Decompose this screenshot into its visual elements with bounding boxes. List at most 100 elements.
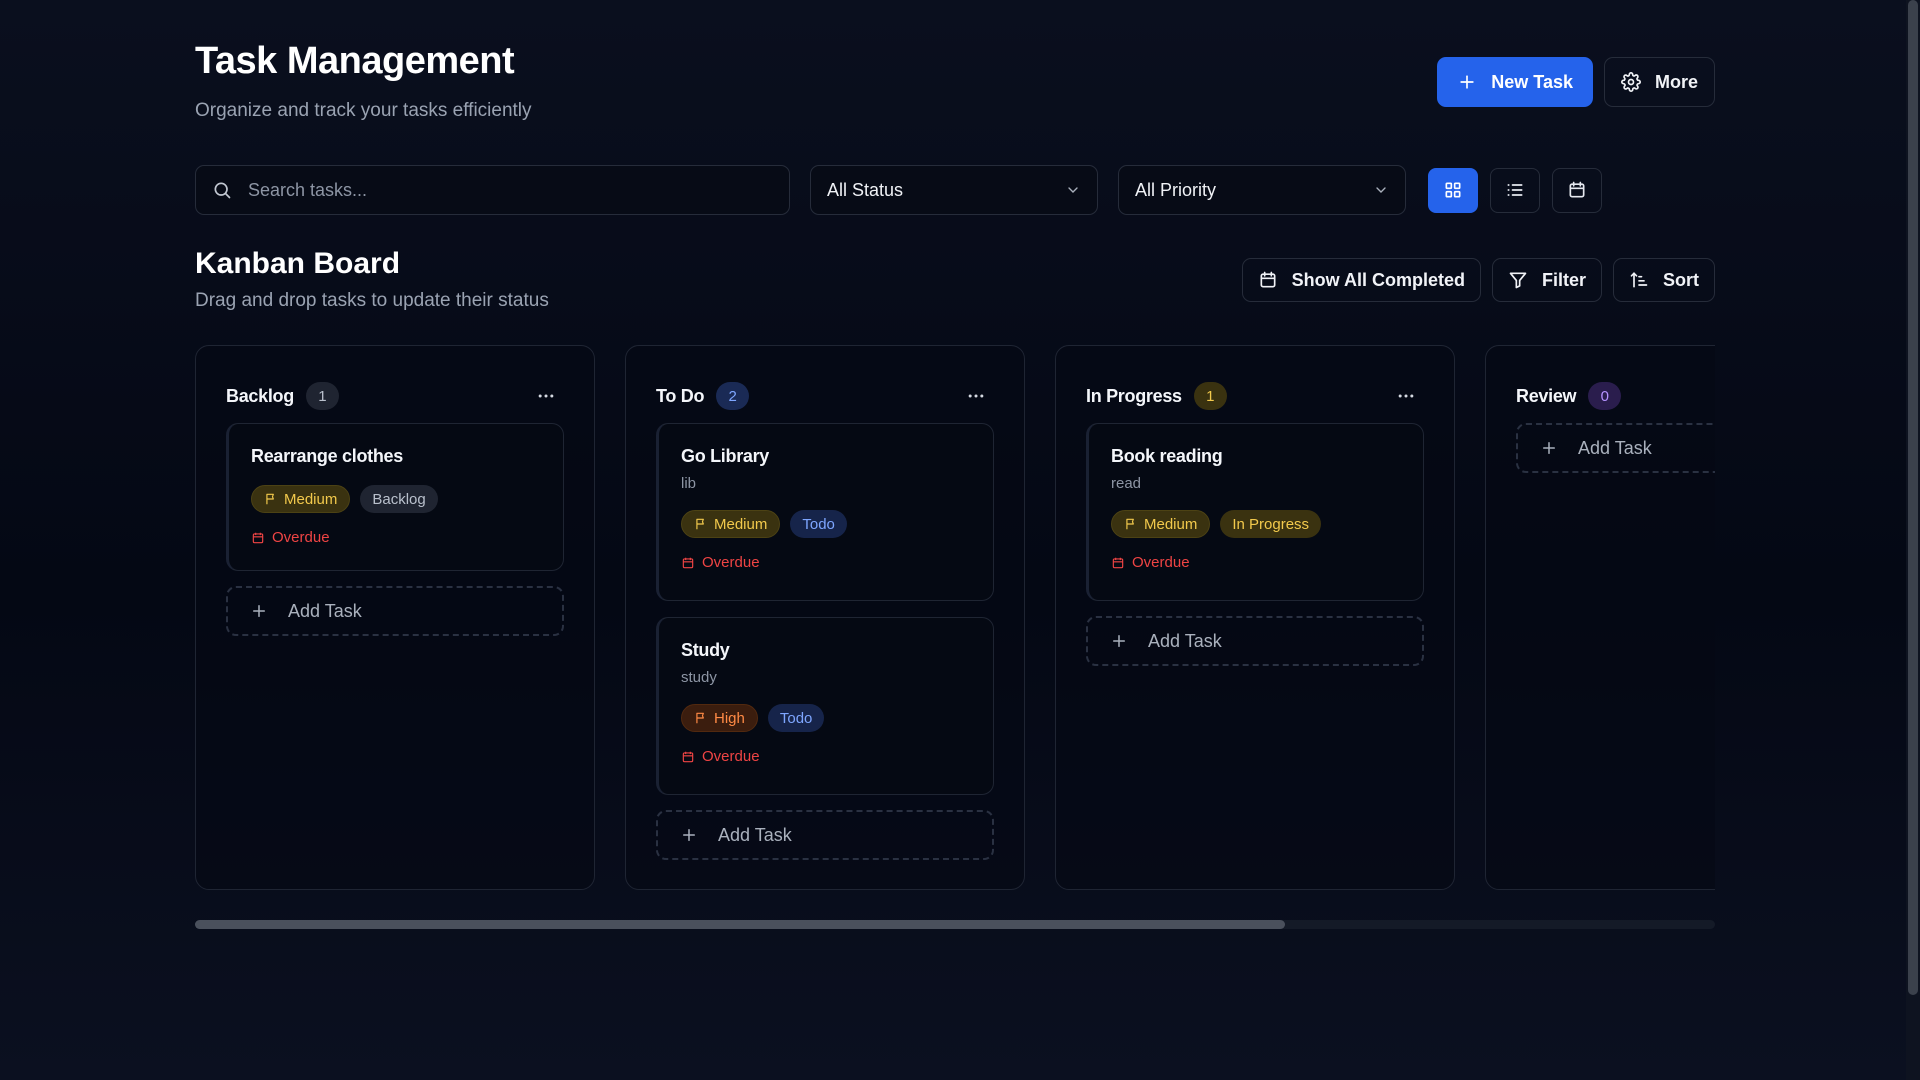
add-task-button[interactable]: Add Task xyxy=(1516,423,1715,473)
status-select-value: All Status xyxy=(827,179,904,200)
task-title: Rearrange clothes xyxy=(251,446,403,466)
grid-view-button[interactable] xyxy=(1428,167,1478,213)
column-header: Backlog 1 xyxy=(226,382,339,410)
list-icon xyxy=(1507,184,1523,196)
due-date: Overdue xyxy=(251,529,541,546)
plus-icon xyxy=(1113,635,1125,647)
task-title: Book reading xyxy=(1111,446,1223,466)
due-label: Overdue xyxy=(1132,554,1190,571)
priority-badge: High xyxy=(681,704,758,732)
flag-icon xyxy=(696,518,704,530)
plus-icon xyxy=(1460,75,1474,89)
priority-select-value: All Priority xyxy=(1135,179,1217,200)
column-title: Backlog xyxy=(226,385,294,406)
flag-icon xyxy=(266,493,274,505)
chevron-down-icon xyxy=(1376,187,1386,193)
calendar-icon xyxy=(1112,557,1124,568)
plus-icon xyxy=(1543,442,1555,454)
horizontal-scrollbar-thumb[interactable] xyxy=(195,920,1285,929)
show-completed-button[interactable]: Show All Completed xyxy=(1241,258,1481,302)
list-view-button[interactable] xyxy=(1490,167,1540,213)
priority-label: Medium xyxy=(1144,515,1198,533)
more-button[interactable]: More xyxy=(1603,57,1715,107)
column-todo: To Do 2 Go Library lib Medium Todo Overd… xyxy=(625,345,1025,890)
priority-label: Medium xyxy=(714,515,768,533)
calendar-view-button[interactable] xyxy=(1552,167,1602,213)
horizontal-scrollbar[interactable] xyxy=(195,920,1715,929)
add-task-label: Add Task xyxy=(718,824,792,845)
plus-icon xyxy=(253,605,265,617)
due-date: Overdue xyxy=(1111,554,1401,571)
priority-badge: Medium xyxy=(681,510,781,538)
filter-icon xyxy=(1509,272,1527,289)
add-task-button[interactable]: Add Task xyxy=(1086,616,1424,666)
status-badge: Todo xyxy=(790,510,847,538)
column-count-badge: 1 xyxy=(305,382,339,410)
status-badge: In Progress xyxy=(1220,510,1322,538)
more-label: More xyxy=(1654,71,1698,92)
plus-icon xyxy=(683,829,695,841)
task-title: Go Library xyxy=(681,446,770,466)
new-task-label: New Task xyxy=(1491,71,1573,92)
due-label: Overdue xyxy=(272,529,330,546)
calendar-icon xyxy=(682,557,694,568)
add-task-button[interactable]: Add Task xyxy=(226,586,564,636)
task-tags: Medium In Progress xyxy=(1111,510,1401,538)
task-card[interactable]: Go Library lib Medium Todo Overdue xyxy=(656,423,994,601)
header-actions: New Task More xyxy=(1437,57,1715,107)
add-task-label: Add Task xyxy=(1578,437,1652,458)
more-horizontal-icon xyxy=(538,394,554,398)
task-description: lib xyxy=(681,475,697,492)
task-tags: High Todo xyxy=(681,704,971,732)
column-header: To Do 2 xyxy=(656,382,750,410)
chevron-down-icon xyxy=(1068,187,1078,193)
search-input[interactable] xyxy=(248,179,773,201)
column-header: In Progress 1 xyxy=(1086,382,1227,410)
filter-button[interactable]: Filter xyxy=(1491,258,1602,302)
board-subtitle: Drag and drop tasks to update their stat… xyxy=(195,290,549,311)
calendar-icon xyxy=(1569,181,1585,198)
vertical-scrollbar[interactable] xyxy=(1906,0,1920,1080)
vertical-scrollbar-thumb[interactable] xyxy=(1908,0,1918,995)
page-subtitle: Organize and track your tasks efficientl… xyxy=(195,100,532,121)
column-backlog: Backlog 1 Rearrange clothes Medium Backl… xyxy=(195,345,595,890)
column-menu-button[interactable] xyxy=(1392,382,1420,410)
task-card[interactable]: Book reading read Medium In Progress Ove… xyxy=(1086,423,1424,601)
task-description: study xyxy=(681,669,717,686)
column-count-badge: 0 xyxy=(1588,382,1622,410)
status-badge: Todo xyxy=(767,704,825,732)
task-card[interactable]: Rearrange clothes Medium Backlog Overdue xyxy=(226,423,564,571)
page-title: Task Management xyxy=(195,40,515,82)
grid-icon xyxy=(1445,182,1461,198)
sort-button[interactable]: Sort xyxy=(1613,258,1715,302)
new-task-button[interactable]: New Task xyxy=(1437,57,1593,107)
add-task-label: Add Task xyxy=(1148,630,1222,651)
calendar-icon xyxy=(682,751,694,762)
column-title: In Progress xyxy=(1086,385,1182,406)
column-in-progress: In Progress 1 Book reading read Medium I… xyxy=(1055,345,1455,890)
search-icon xyxy=(214,182,231,199)
search-box[interactable] xyxy=(195,165,790,215)
view-toggle xyxy=(1428,167,1602,213)
column-header: Review 0 xyxy=(1516,382,1622,410)
show-completed-label: Show All Completed xyxy=(1291,269,1465,290)
priority-select[interactable]: All Priority xyxy=(1118,165,1406,215)
column-menu-button[interactable] xyxy=(962,382,990,410)
column-title: To Do xyxy=(656,385,705,406)
status-select[interactable]: All Status xyxy=(810,165,1098,215)
add-task-button[interactable]: Add Task xyxy=(656,810,994,860)
flag-icon xyxy=(696,712,704,724)
task-description: read xyxy=(1111,475,1142,492)
board-title: Kanban Board xyxy=(195,247,401,280)
due-label: Overdue xyxy=(702,554,760,571)
priority-badge: Medium xyxy=(1111,510,1211,538)
more-horizontal-icon xyxy=(1398,394,1414,398)
column-title: Review xyxy=(1516,385,1577,406)
kanban-board: Backlog 1 Rearrange clothes Medium Backl… xyxy=(195,345,1715,890)
task-tags: Medium Todo xyxy=(681,510,971,538)
column-count-badge: 1 xyxy=(1193,382,1227,410)
task-card[interactable]: Study study High Todo Overdue xyxy=(656,617,994,795)
priority-label: High xyxy=(714,709,745,727)
sort-label: Sort xyxy=(1663,269,1699,290)
column-menu-button[interactable] xyxy=(532,382,560,410)
